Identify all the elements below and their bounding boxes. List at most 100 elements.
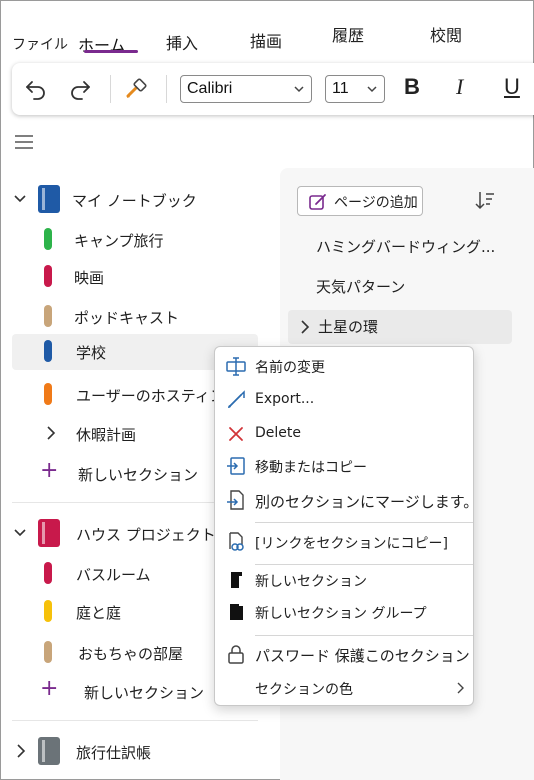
menu-item-label: Delete — [255, 425, 301, 441]
font-size-value: 11 — [332, 80, 349, 97]
section-name: 庭と庭 — [76, 604, 122, 622]
menu-item-label: セクションの色 — [255, 682, 353, 698]
menu-item-merge[interactable]: 別のセクションにマージします。 — [215, 485, 478, 515]
notebook-name: マイ ノートブック — [72, 192, 197, 210]
delete-icon — [229, 427, 243, 441]
plus-icon: + — [40, 676, 59, 701]
section-name: ポッドキャスト — [74, 309, 180, 327]
section-color-tab — [44, 265, 52, 287]
copy-link-icon — [229, 532, 244, 551]
section-name: キャンプ旅行 — [74, 232, 164, 250]
notebook-travel-journal[interactable]: 旅行仕訳帳 — [0, 734, 258, 770]
section-item[interactable]: キャンプ旅行 — [0, 222, 258, 258]
menu-item-label: 移動またはコピー — [255, 460, 367, 476]
chevron-right-icon — [457, 682, 464, 694]
section-color-tab — [44, 228, 52, 250]
menu-item-rename[interactable]: 名前の変更 — [215, 351, 473, 381]
italic-button[interactable]: I — [456, 74, 463, 100]
tab-insert[interactable]: 挿入 — [166, 30, 198, 54]
menu-item-label: 新しいセクション グループ — [255, 606, 427, 622]
ribbon-separator — [166, 75, 167, 103]
font-family-select[interactable]: Calibri — [180, 75, 312, 103]
menu-item-delete[interactable]: Delete — [215, 419, 473, 449]
new-section-group-icon — [230, 604, 243, 620]
menu-item-export[interactable]: Export... — [215, 385, 473, 415]
menu-item-section-color[interactable]: セクションの色 — [215, 673, 473, 703]
section-item[interactable]: 映画 — [0, 259, 258, 295]
page-item[interactable]: 土星の環 — [318, 316, 378, 337]
section-item[interactable]: ポッドキャスト — [0, 299, 258, 335]
navigation-toggle-button[interactable] — [14, 133, 34, 155]
chevron-down-icon — [367, 86, 377, 93]
plus-icon: + — [40, 458, 59, 483]
tab-file[interactable]: ファイル — [12, 34, 68, 54]
section-color-tab — [44, 562, 52, 584]
menu-item-label: [リンクをセクションにコピー] — [255, 536, 448, 552]
ribbon-tabs: ファイル ホーム 挿入 描画 履歴 校閲 — [0, 0, 534, 60]
section-name: 学校 — [76, 344, 107, 362]
section-name: バスルーム — [76, 566, 151, 584]
chevron-right-icon — [47, 426, 56, 440]
menu-item-label: 新しいセクション — [255, 574, 367, 590]
menu-item-label: 別のセクションにマージします。 — [255, 493, 479, 511]
chevron-right-icon — [17, 744, 26, 758]
section-color-tab — [44, 305, 52, 327]
section-name: おもちゃの部屋 — [78, 645, 184, 663]
lock-icon — [228, 645, 244, 664]
menu-item-move-copy[interactable]: 移動またはコピー — [215, 451, 473, 481]
add-section-label: 新しいセクション — [78, 466, 199, 484]
menu-separator — [255, 522, 473, 523]
undo-button[interactable] — [20, 73, 52, 105]
menu-item-password-protect[interactable]: パスワード 保護このセクション — [215, 639, 473, 669]
ribbon-separator — [110, 75, 111, 103]
tab-history[interactable]: 履歴 — [332, 22, 364, 46]
sort-icon — [475, 192, 494, 210]
ribbon-toolbar: Calibri 11 B I U — [12, 63, 534, 115]
tab-draw[interactable]: 描画 — [250, 28, 282, 52]
section-color-tab — [44, 600, 52, 622]
menu-item-copy-link[interactable]: [リンクをセクションにコピー] — [215, 527, 473, 557]
menu-item-label: Export... — [255, 391, 315, 407]
font-size-select[interactable]: 11 — [325, 75, 385, 103]
rename-icon — [226, 357, 246, 376]
redo-icon — [71, 81, 90, 100]
format-painter-icon — [126, 78, 147, 98]
add-page-button[interactable]: ページの追加 — [297, 186, 423, 216]
notebook-divider — [12, 720, 258, 721]
notebook-name: 旅行仕訳帳 — [76, 744, 152, 762]
format-painter-button[interactable] — [120, 73, 152, 105]
tab-review[interactable]: 校閲 — [430, 22, 462, 46]
notebook-icon — [38, 185, 60, 213]
bold-button[interactable]: B — [404, 74, 420, 100]
notebook-icon — [38, 737, 60, 765]
export-icon — [228, 390, 245, 408]
chevron-right-icon — [301, 320, 310, 334]
active-tab-indicator — [84, 50, 138, 53]
menu-separator — [255, 635, 473, 636]
notebook-icon — [38, 519, 60, 547]
add-page-label: ページの追加 — [334, 195, 418, 211]
section-name: 映画 — [74, 269, 105, 287]
merge-icon — [227, 490, 244, 510]
chevron-down-icon — [294, 86, 304, 93]
redo-button[interactable] — [64, 73, 96, 105]
chevron-down-icon — [14, 195, 26, 203]
menu-item-label: パスワード 保護このセクション — [255, 647, 470, 665]
compose-icon — [309, 194, 326, 210]
section-color-tab — [44, 641, 52, 663]
hamburger-menu-icon — [15, 135, 33, 149]
section-color-tab — [44, 383, 52, 405]
menu-item-new-section[interactable]: 新しいセクション — [215, 565, 473, 595]
font-family-value: Calibri — [187, 80, 233, 97]
underline-button[interactable]: U — [504, 74, 520, 100]
page-item[interactable]: 天気パターン — [316, 276, 405, 297]
new-section-icon — [231, 572, 242, 588]
sort-pages-button[interactable] — [474, 190, 496, 216]
add-section-label: 新しいセクション — [84, 684, 205, 702]
section-context-menu: 名前の変更 Export... Delete 移動またはコピー 別のセクションに… — [214, 346, 478, 706]
chevron-down-icon — [14, 529, 26, 537]
menu-item-new-section-group[interactable]: 新しいセクション グループ — [215, 597, 473, 627]
page-item[interactable]: ハミングバードウィング... — [316, 236, 495, 257]
notebook-my-notebook[interactable]: マイ ノートブック — [0, 182, 258, 218]
move-copy-icon — [227, 457, 245, 475]
